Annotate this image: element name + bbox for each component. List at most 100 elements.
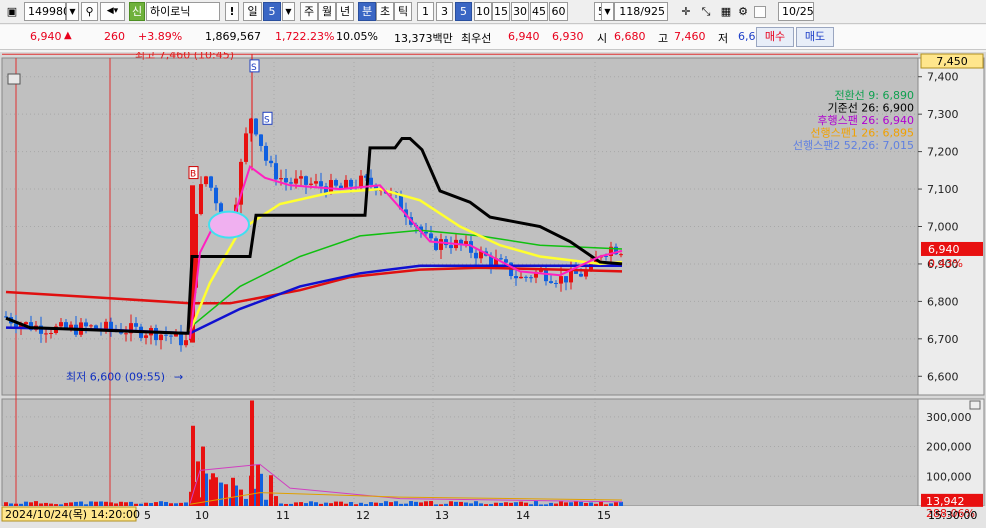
- x-axis-label: 14: [516, 509, 530, 522]
- volume-bar: [414, 501, 418, 506]
- zoom-icon[interactable]: ⤡: [696, 2, 716, 21]
- volume-bar: [239, 489, 243, 506]
- buy-button[interactable]: 매수: [756, 27, 794, 47]
- volume-bar: [404, 503, 408, 506]
- candle-body: [304, 176, 308, 185]
- chart-menu-icon[interactable]: [7, 73, 21, 85]
- date-checkbox[interactable]: [754, 6, 766, 18]
- current-price-axis-label: 6,940: [928, 243, 960, 256]
- volume-bar: [19, 503, 23, 506]
- volume-bar: [289, 503, 293, 506]
- period-day-count-button[interactable]: 5: [263, 2, 281, 21]
- volume-tick-label: 300,000: [926, 411, 972, 424]
- interval-15-button[interactable]: 15: [492, 2, 510, 21]
- volume-bar: [329, 503, 333, 506]
- volume-bar: [274, 496, 278, 506]
- candle-body: [204, 176, 208, 185]
- volume-bar: [459, 501, 463, 506]
- volume-bar: [304, 503, 308, 506]
- sound-icon[interactable]: ◀▾: [100, 2, 125, 21]
- volume-bar: [369, 502, 373, 506]
- candle-body: [279, 178, 283, 180]
- period-dropdown-icon[interactable]: ▼: [282, 2, 295, 21]
- period-tick-button[interactable]: 틱: [394, 2, 412, 21]
- volume-bar: [579, 501, 583, 506]
- candle-body: [349, 179, 353, 187]
- low-label: 저: [718, 32, 729, 45]
- settings-icon[interactable]: ⚙: [734, 2, 752, 21]
- search-icon[interactable]: ⚲: [81, 2, 98, 21]
- candle-body: [299, 176, 303, 179]
- volume-bar: [454, 501, 458, 506]
- volume-bar: [139, 503, 143, 506]
- date-input[interactable]: 10/25: [778, 2, 814, 21]
- volume-bar: [504, 502, 508, 506]
- candle-body: [544, 269, 548, 282]
- window-menu-icon[interactable]: ▣: [2, 2, 22, 21]
- price-change: 260: [104, 30, 125, 43]
- candle-body: [159, 334, 163, 341]
- volume-bar: [534, 501, 538, 506]
- stock-code-input[interactable]: 149980: [24, 2, 70, 21]
- candle-body: [449, 245, 453, 249]
- stock-name-field[interactable]: 하이로닉: [146, 2, 220, 21]
- volume-bar: [109, 502, 113, 506]
- volume-bar: [279, 503, 283, 506]
- crosshair-icon[interactable]: ✛: [676, 2, 696, 21]
- candle-body: [499, 258, 503, 260]
- interval-10-button[interactable]: 10: [474, 2, 492, 21]
- interval-3-button[interactable]: 3: [436, 2, 453, 21]
- candle-body: [44, 333, 48, 335]
- volume-bar: [544, 504, 548, 506]
- candle-body: [529, 277, 533, 279]
- current-rate-axis-label: 0.43%: [928, 257, 963, 270]
- candle-body: [109, 321, 113, 329]
- volume-bar: [559, 501, 563, 506]
- volume-bar: [201, 446, 205, 506]
- candle-body: [429, 233, 433, 239]
- period-month-button[interactable]: 월: [318, 2, 336, 21]
- bars-display-value: 118: [619, 5, 641, 18]
- candle-body: [144, 335, 148, 338]
- price-tick-label: 6,600: [927, 370, 959, 383]
- interval-1-button[interactable]: 1: [417, 2, 434, 21]
- period-minute-button[interactable]: 분: [358, 2, 376, 21]
- candle-body: [579, 273, 583, 277]
- price-chart[interactable]: 7,4007,3007,2007,1007,0006,9006,8006,700…: [0, 48, 986, 528]
- bars-display[interactable]: 118/925: [614, 2, 668, 21]
- candle-body: [504, 259, 508, 263]
- volume-bar: [104, 501, 108, 506]
- interval-60-button[interactable]: 60: [549, 2, 568, 21]
- candle-body: [359, 175, 363, 188]
- interval-5-button[interactable]: 5: [455, 2, 472, 21]
- volume-bar: [4, 502, 8, 506]
- interval-30-button[interactable]: 30: [511, 2, 529, 21]
- code-dropdown-icon[interactable]: ▼: [66, 2, 79, 21]
- volume-bar: [179, 502, 183, 506]
- count-dropdown-icon[interactable]: ▼: [601, 2, 614, 21]
- grid-icon[interactable]: ▦: [716, 2, 736, 21]
- period-second-button[interactable]: 초: [376, 2, 394, 21]
- volume-bar: [394, 501, 398, 506]
- volume-bar: [9, 503, 13, 506]
- volume-bar: [64, 502, 68, 506]
- price-tick-label: 7,200: [927, 146, 959, 159]
- volume-bar: [299, 502, 303, 506]
- candle-body: [564, 276, 568, 283]
- best-bid-price: 6,930: [552, 30, 584, 43]
- volume-bar: [469, 503, 473, 506]
- volume-panel-menu-icon[interactable]: [969, 400, 981, 410]
- volume-bar: [529, 504, 533, 506]
- period-year-button[interactable]: 년: [336, 2, 354, 21]
- interval-45-button[interactable]: 45: [530, 2, 548, 21]
- volume-bar: [94, 501, 98, 506]
- alert-button[interactable]: !: [225, 2, 239, 21]
- volume-bar: [319, 503, 323, 506]
- chart-panel[interactable]: 7,400 7,300 7,200 7,100 7,000 6,900 6,800 6,700…: [0, 48, 986, 528]
- sell-button[interactable]: 매도: [796, 27, 834, 47]
- legend-item: 선행스팬2 52,26: 7,015: [793, 139, 914, 152]
- period-week-button[interactable]: 주: [300, 2, 318, 21]
- period-day-button[interactable]: 일: [243, 2, 262, 21]
- candle-body: [524, 276, 528, 278]
- high-annotation: 최고 7,460 (10:45): [135, 52, 234, 61]
